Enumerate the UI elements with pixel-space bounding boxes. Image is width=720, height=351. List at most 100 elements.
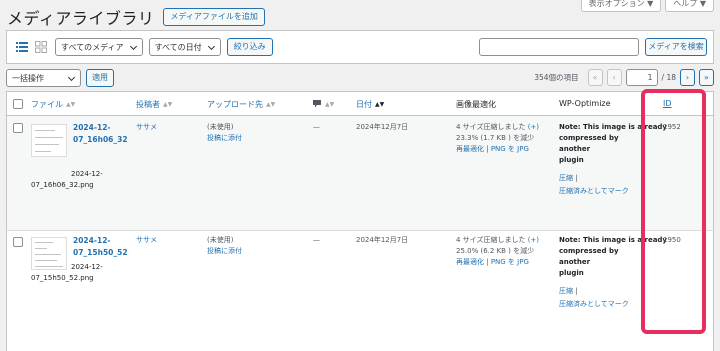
opt-details-toggle[interactable]: (+) [528, 236, 539, 244]
row-checkbox[interactable] [13, 123, 23, 133]
pagination: 354個の項目 « ‹ 1 / 18 › » [534, 69, 714, 86]
media-thumbnail[interactable] [31, 124, 67, 157]
filename: 2024-12- 07_15h50_52.png [31, 262, 103, 284]
link-separator: | [575, 174, 578, 182]
wpo-note-line: Note: This image is already [559, 236, 667, 244]
total-pages: / 18 [661, 73, 676, 82]
next-page-button[interactable]: › [680, 69, 695, 86]
sort-desc-icon: ▲▼ [375, 101, 385, 108]
grid-view-icon[interactable] [35, 41, 47, 53]
item-count: 354個の項目 [534, 73, 579, 82]
title-line: 07_16h06_32 [73, 135, 128, 144]
comment-count: — [313, 123, 320, 131]
tablenav-top: 一括操作 適用 354個の項目 « ‹ 1 / 18 › » [6, 69, 714, 87]
media-type-select[interactable]: すべてのメディア [55, 38, 143, 56]
column-date-label: 日付 [356, 100, 372, 109]
png-to-jpg-link[interactable]: PNG を JPG [491, 258, 529, 266]
comment-bubble-icon [313, 100, 321, 108]
compress-link[interactable]: 圧縮 [559, 287, 573, 295]
id-column-highlight [641, 89, 706, 334]
wp-optimize-cell: Note: This image is already compressed b… [559, 235, 667, 310]
column-uploaded-to[interactable]: アップロード先 ▲▼ [207, 99, 275, 110]
png-to-jpg-link[interactable]: PNG を JPG [491, 145, 529, 153]
media-title-link[interactable]: 2024-12- 07_16h06_32 [73, 122, 128, 146]
image-optimization-cell: 4 サイズ圧縮しました (+) 23.3% (1.7 KB ) を減少 再最適化… [456, 122, 539, 155]
table-header: ファイル ▲▼ 投稿者 ▲▼ アップロード先 ▲▼ ▲▼ 日付 ▲▼ 画像最適化 WP-… [7, 92, 713, 116]
uploaded-to-cell: (未使用) 投稿に添付 [207, 122, 242, 144]
column-image-optimization: 画像最適化 [456, 100, 496, 109]
bulk-action-select[interactable]: 一括操作 [6, 69, 81, 87]
date-select[interactable]: すべての日付 [148, 38, 221, 56]
select-all-checkbox[interactable] [13, 99, 23, 109]
reoptimize-link[interactable]: 再最適化 [456, 145, 484, 153]
opt-savings: 25.0% (6.2 KB ) を減少 [456, 247, 535, 255]
wpo-note-line: compressed by another [559, 247, 619, 266]
mark-compressed-link[interactable]: 圧縮済みとしてマーク [559, 299, 649, 310]
image-optimization-cell: 4 サイズ圧縮しました (+) 25.0% (6.2 KB ) を減少 再最適化… [456, 235, 539, 268]
link-separator: | [486, 145, 489, 153]
title-line: 2024-12- [73, 123, 111, 132]
filename-line: 2024-12- [71, 170, 103, 178]
help-button[interactable]: ヘルプ ▼ [665, 0, 714, 12]
reoptimize-link[interactable]: 再最適化 [456, 258, 484, 266]
filename-line: 2024-12- [71, 263, 103, 271]
upload-date: 2024年12月7日 [356, 236, 409, 244]
last-page-button[interactable]: » [699, 69, 714, 86]
opt-summary: 4 サイズ圧縮しました [456, 123, 526, 131]
table-row: 2024-12- 07_15h50_52 2024-12- 07_15h50_5… [7, 231, 713, 351]
media-table: ファイル ▲▼ 投稿者 ▲▼ アップロード先 ▲▼ ▲▼ 日付 ▲▼ 画像最適化 WP-… [6, 91, 714, 351]
search-media-button[interactable]: メディアを検索 [645, 38, 707, 56]
row-checkbox[interactable] [13, 237, 23, 247]
title-line: 2024-12- [73, 236, 111, 245]
sort-icon: ▲▼ [325, 100, 335, 108]
opt-summary: 4 サイズ圧縮しました [456, 236, 526, 244]
column-comments[interactable]: ▲▼ [312, 99, 334, 109]
wpo-note-line: plugin [559, 156, 584, 164]
wp-optimize-cell: Note: This image is already compressed b… [559, 122, 667, 197]
prev-page-button: ‹ [606, 69, 622, 86]
upload-date: 2024年12月7日 [356, 123, 409, 131]
table-row: 2024-12- 07_16h06_32 2024-12- 07_16h06_3… [7, 116, 713, 231]
attach-link[interactable]: 投稿に添付 [207, 246, 242, 257]
compress-link[interactable]: 圧縮 [559, 174, 573, 182]
current-page-input[interactable]: 1 [625, 69, 658, 86]
attach-link[interactable]: 投稿に添付 [207, 133, 242, 144]
wpo-note-line: compressed by another [559, 134, 619, 153]
attach-status: (未使用) [207, 123, 234, 131]
column-author-label: 投稿者 [136, 100, 160, 109]
column-author[interactable]: 投稿者 ▲▼ [136, 99, 172, 110]
attach-status: (未使用) [207, 236, 234, 244]
author-link[interactable]: ササメ [136, 235, 157, 246]
filename-line: 07_15h50_52.png [31, 274, 94, 282]
file-cell: 2024-12- 07_15h50_52 [73, 235, 128, 259]
sort-icon: ▲▼ [66, 101, 76, 108]
wpo-note-line: plugin [559, 269, 584, 277]
first-page-button: « [587, 69, 603, 86]
filename: 2024-12- 07_16h06_32.png [31, 169, 103, 191]
filename-line: 07_16h06_32.png [31, 181, 94, 189]
add-media-button[interactable]: メディアファイルを追加 [163, 8, 265, 26]
comment-count: — [313, 236, 320, 244]
column-file[interactable]: ファイル ▲▼ [31, 99, 75, 110]
screen-meta-links: 表示オプション ▼ ヘルプ ▼ [580, 0, 714, 12]
sort-icon: ▲▼ [163, 101, 173, 108]
wpo-note-line: Note: This image is already [559, 123, 667, 131]
column-uploaded-to-label: アップロード先 [207, 100, 263, 109]
list-view-icon[interactable] [16, 41, 28, 53]
column-wp-optimize: WP-Optimize [559, 99, 611, 108]
media-search-input[interactable] [479, 38, 639, 56]
author-link[interactable]: ササメ [136, 122, 157, 133]
file-cell: 2024-12- 07_16h06_32 [73, 122, 128, 146]
column-date[interactable]: 日付 ▲▼ [356, 99, 384, 110]
link-separator: | [575, 287, 578, 295]
apply-button[interactable]: 適用 [86, 69, 114, 87]
uploaded-to-cell: (未使用) 投稿に添付 [207, 235, 242, 257]
opt-details-toggle[interactable]: (+) [528, 123, 539, 131]
mark-compressed-link[interactable]: 圧縮済みとしてマーク [559, 186, 649, 197]
media-filter-bar: すべてのメディア すべての日付 絞り込み メディアを検索 [6, 30, 714, 64]
filter-button[interactable]: 絞り込み [226, 38, 273, 56]
screen-options-button[interactable]: 表示オプション ▼ [580, 0, 662, 12]
column-file-label: ファイル [31, 100, 63, 109]
media-title-link[interactable]: 2024-12- 07_15h50_52 [73, 235, 128, 259]
link-separator: | [486, 258, 489, 266]
